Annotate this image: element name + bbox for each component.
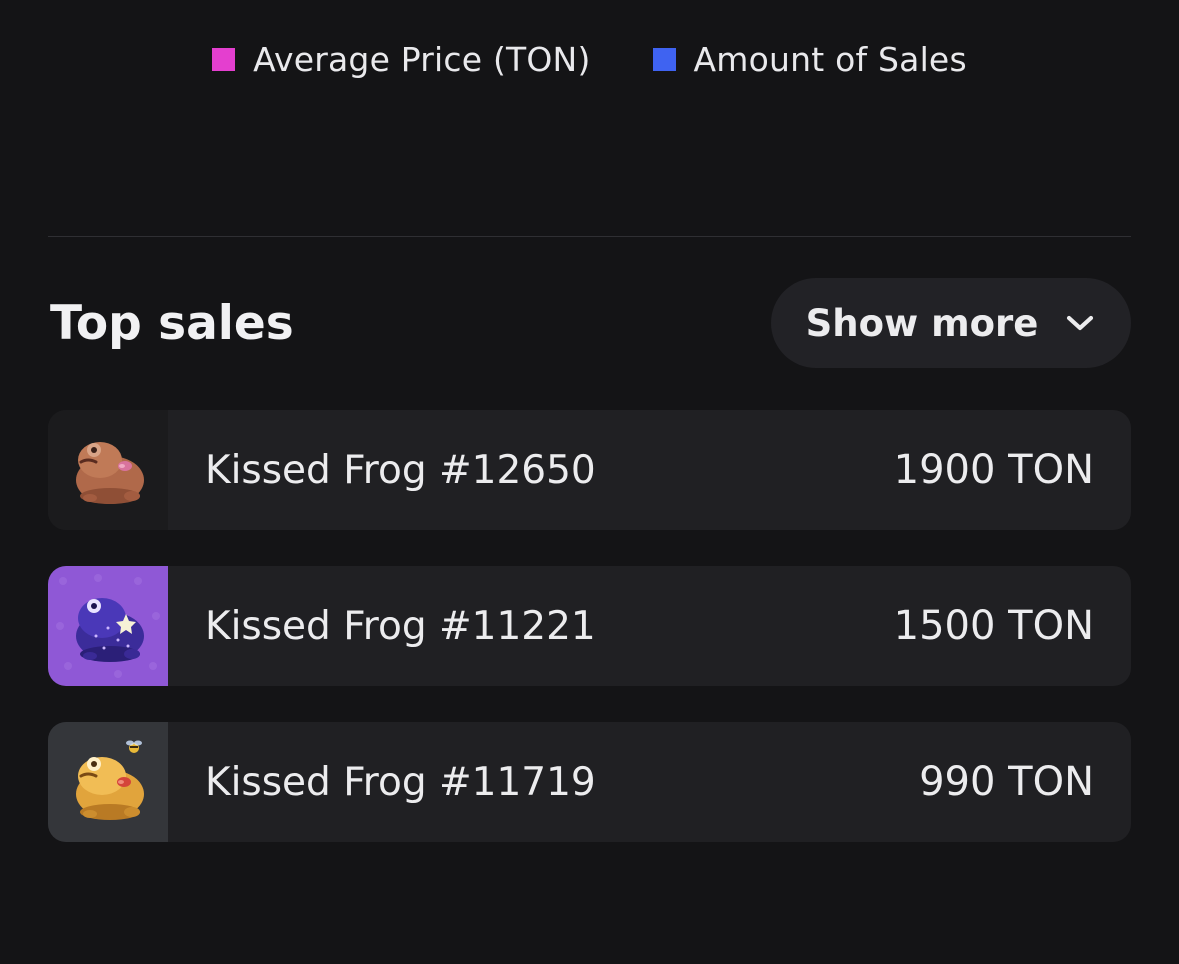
gold-frog-icon (48, 722, 168, 842)
show-more-button[interactable]: Show more (771, 278, 1131, 368)
list-item[interactable]: Kissed Frog #11719 990 TON (48, 722, 1131, 842)
list-item-price: 1500 TON (893, 603, 1094, 649)
legend-swatch-average-price (212, 47, 236, 71)
brown-frog-icon (48, 410, 168, 530)
chart-legend: Average Price (TON) Amount of Sales (0, 36, 1179, 82)
legend-label-amount-of-sales: Amount of Sales (693, 39, 967, 79)
legend-item-average-price[interactable]: Average Price (TON) (212, 40, 590, 79)
page: Average Price (TON) Amount of Sales Top … (0, 0, 1179, 964)
top-sales-list: Kissed Frog #12650 1900 TON Kissed Frog … (48, 410, 1131, 878)
purple-frog-icon (48, 566, 168, 686)
section-title: Top sales (50, 295, 294, 351)
list-item-name: Kissed Frog #11221 (205, 603, 596, 649)
section-divider (48, 236, 1131, 237)
list-item-name: Kissed Frog #12650 (205, 447, 596, 493)
legend-item-amount-of-sales[interactable]: Amount of Sales (652, 39, 967, 79)
list-item-name: Kissed Frog #11719 (205, 759, 596, 805)
show-more-label: Show more (805, 301, 1039, 345)
top-sales-header: Top sales Show more (48, 278, 1131, 368)
list-item-price: 1900 TON (893, 447, 1094, 493)
chevron-down-icon (1067, 315, 1094, 331)
list-item-price: 990 TON (919, 759, 1094, 805)
list-item[interactable]: Kissed Frog #11221 1500 TON (48, 566, 1131, 686)
legend-swatch-amount-of-sales (652, 47, 676, 71)
legend-label-average-price: Average Price (TON) (253, 39, 591, 79)
list-item[interactable]: Kissed Frog #12650 1900 TON (48, 410, 1131, 530)
